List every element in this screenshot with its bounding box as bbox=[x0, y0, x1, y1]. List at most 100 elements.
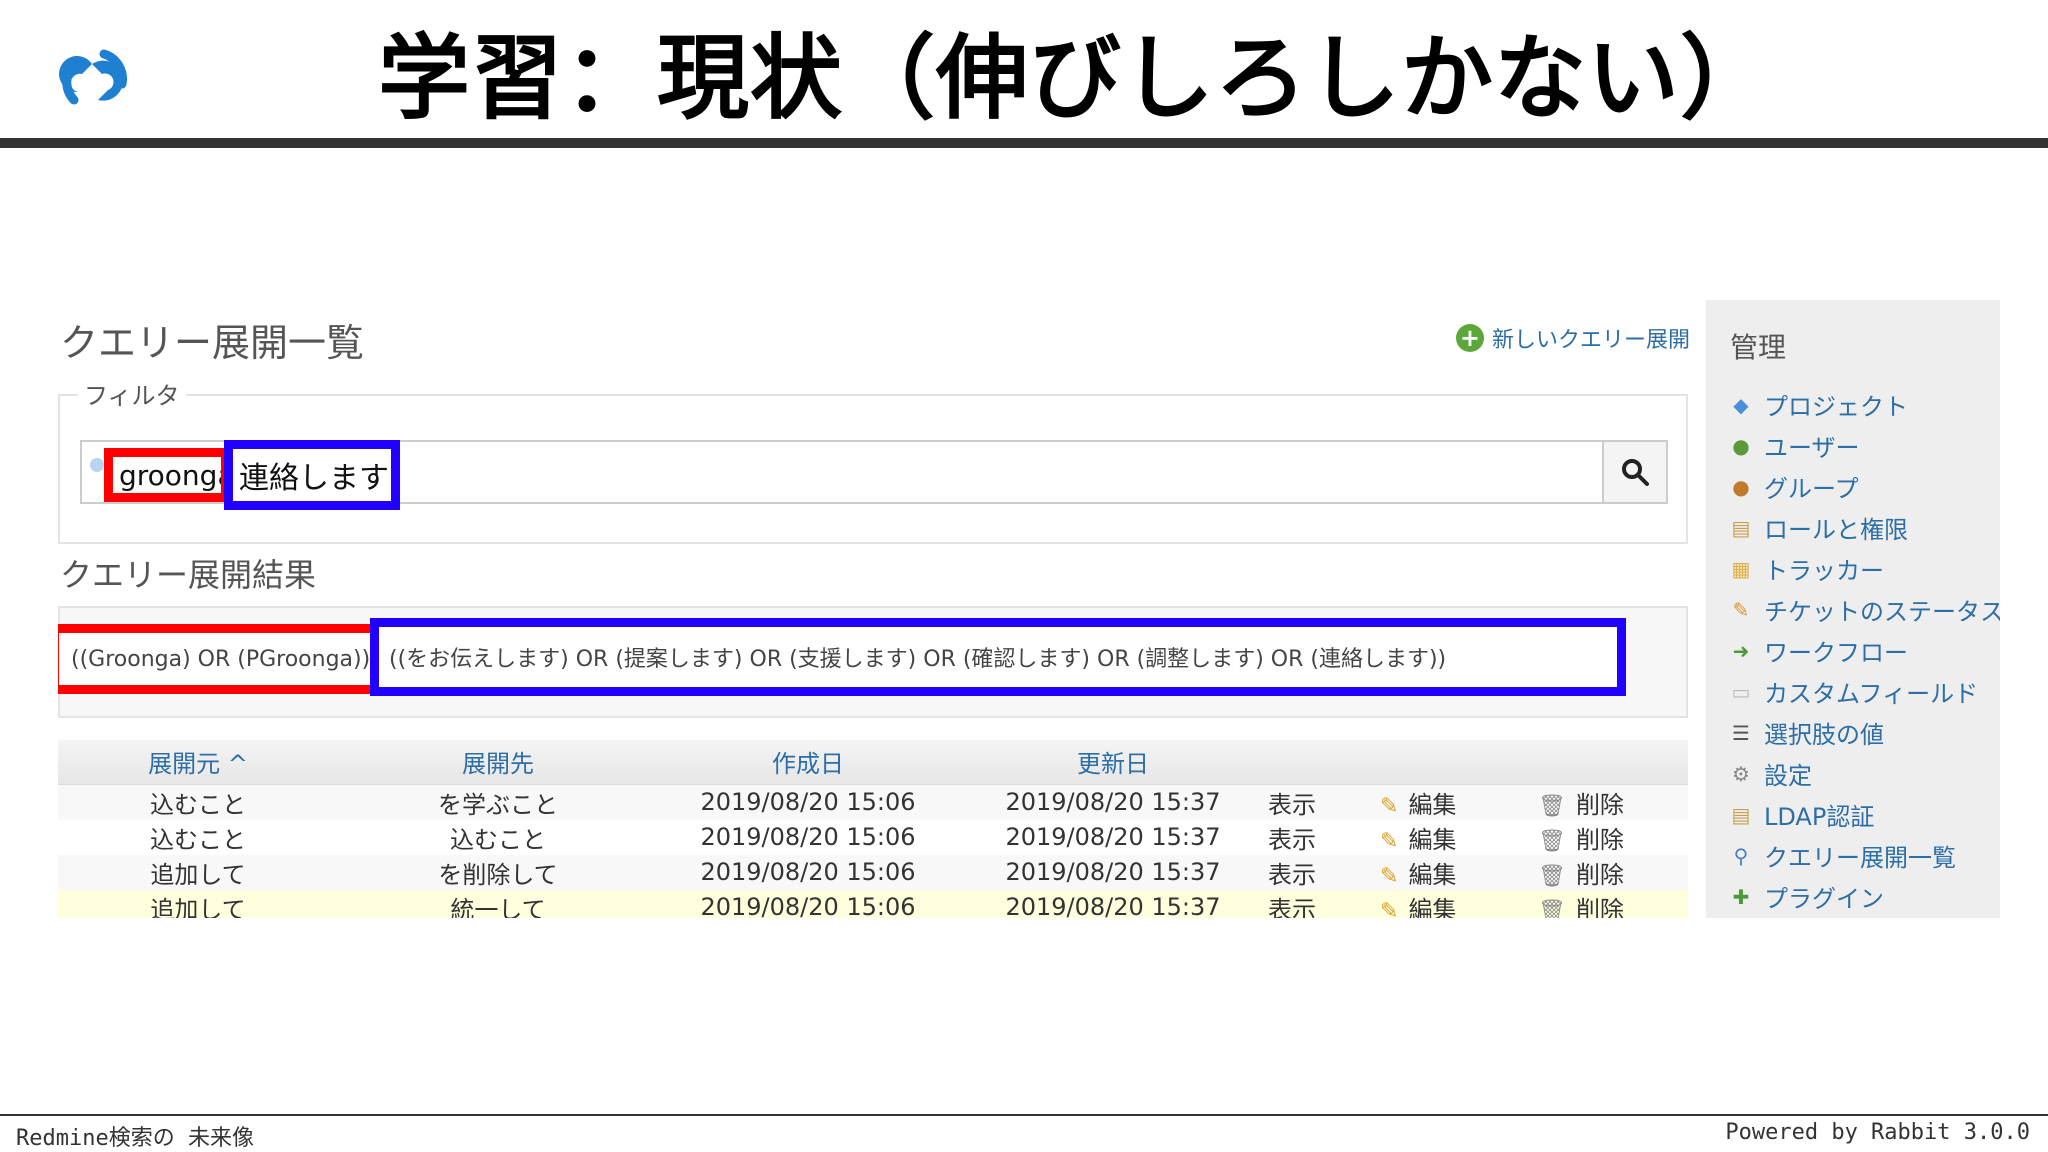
sidebar-item-label: プラグイン bbox=[1764, 885, 1884, 913]
view-link[interactable]: 表示 bbox=[1268, 854, 1380, 890]
edit-label: 編集 bbox=[1408, 860, 1457, 889]
footer-divider bbox=[0, 1114, 2048, 1116]
view-link[interactable]: 表示 bbox=[1268, 819, 1380, 855]
list-icon: ☰ bbox=[1732, 720, 1750, 745]
title-divider bbox=[0, 138, 2048, 148]
footer-title: Redmine検索の 未来像 bbox=[16, 1126, 254, 1151]
column-header-blank bbox=[1538, 740, 1688, 785]
pencil-icon: ✎ bbox=[1380, 828, 1399, 854]
sidebar-item-roles[interactable]: ▤ ロールと権限 bbox=[1728, 507, 2000, 548]
column-header-blank bbox=[1268, 740, 1380, 785]
delete-link[interactable]: 🗑 削除 bbox=[1538, 889, 1688, 919]
sidebar-item-users[interactable]: ● ユーザー bbox=[1728, 425, 2000, 466]
input-indicator-icon bbox=[90, 458, 104, 472]
main-content: クエリー展開一覧 + 新しいクエリー展開 フィルタ groonga 連絡します … bbox=[58, 300, 1690, 918]
cell-updated: 2019/08/20 15:37 bbox=[958, 889, 1268, 918]
table-row: 追加して 統一して 2019/08/20 15:06 2019/08/20 15… bbox=[58, 889, 1688, 919]
sidebar-item-groups[interactable]: ● グループ bbox=[1728, 466, 2000, 507]
edit-link[interactable]: ✎ 編集 bbox=[1380, 854, 1538, 890]
new-query-expansion-link[interactable]: + 新しいクエリー展開 bbox=[1455, 322, 1690, 354]
sidebar-item-settings[interactable]: ⚙ 設定 bbox=[1728, 753, 2000, 794]
sidebar-title: 管理 bbox=[1730, 331, 1787, 364]
cell-updated: 2019/08/20 15:37 bbox=[958, 819, 1268, 855]
column-header-target[interactable]: 展開先 bbox=[338, 740, 658, 785]
edit-label: 編集 bbox=[1408, 895, 1457, 919]
edit-link[interactable]: ✎ 編集 bbox=[1380, 889, 1538, 919]
delete-label: 削除 bbox=[1575, 895, 1624, 919]
group-icon: ● bbox=[1732, 474, 1750, 499]
admin-menu: ◆ プロジェクト ● ユーザー ● グループ ▤ ロールと権限 ▦ トラッカー ✎ チケット… bbox=[1728, 384, 2000, 917]
slide-title: 学習：現状（伸びしろしかない） bbox=[378, 25, 1774, 132]
cell-created: 2019/08/20 15:06 bbox=[658, 854, 958, 890]
cell-created: 2019/08/20 15:06 bbox=[658, 819, 958, 855]
view-label: 表示 bbox=[1268, 895, 1316, 919]
ldap-icon: ▤ bbox=[1731, 802, 1751, 827]
search-term-groonga: groonga bbox=[104, 448, 230, 502]
admin-sidebar: 管理 ◆ プロジェクト ● ユーザー ● グループ ▤ ロールと権限 ▦ トラッカー ✎ チ… bbox=[1706, 300, 2000, 918]
cell-target: 込むこと bbox=[338, 819, 658, 855]
custom-field-icon: ▭ bbox=[1731, 679, 1751, 704]
cell-target: 統一して bbox=[338, 889, 658, 918]
sidebar-item-query-expansion[interactable]: ⚲ クエリー展開一覧 bbox=[1728, 835, 2000, 876]
sidebar-item-plugins[interactable]: ✚ プラグイン bbox=[1728, 876, 2000, 917]
cell-updated: 2019/08/20 15:37 bbox=[958, 784, 1268, 820]
delete-link[interactable]: 🗑 削除 bbox=[1538, 819, 1688, 855]
delete-link[interactable]: 🗑 削除 bbox=[1538, 784, 1688, 820]
sidebar-item-label: グループ bbox=[1764, 475, 1859, 503]
search-icon bbox=[1622, 459, 1649, 486]
redmine-screenshot: クエリー展開一覧 + 新しいクエリー展開 フィルタ groonga 連絡します … bbox=[58, 300, 2000, 918]
sidebar-item-ldap[interactable]: ▤ LDAP認証 bbox=[1728, 794, 2000, 835]
view-label: 表示 bbox=[1268, 790, 1316, 819]
sidebar-item-label: ロールと権限 bbox=[1764, 516, 1908, 544]
table-row: 込むこと 込むこと 2019/08/20 15:06 2019/08/20 15… bbox=[58, 819, 1688, 855]
footer-credit: Powered by Rabbit 3.0.0 bbox=[1725, 1120, 2030, 1145]
edit-link[interactable]: ✎ 編集 bbox=[1380, 784, 1538, 820]
sidebar-item-label: カスタムフィールド bbox=[1764, 680, 1979, 708]
plugin-icon: ✚ bbox=[1732, 884, 1750, 909]
search-button[interactable] bbox=[1602, 440, 1668, 504]
view-link[interactable]: 表示 bbox=[1268, 889, 1380, 919]
sidebar-item-projects[interactable]: ◆ プロジェクト bbox=[1728, 384, 2000, 425]
trash-icon: 🗑 bbox=[1538, 863, 1566, 889]
trash-icon: 🗑 bbox=[1538, 793, 1566, 819]
sidebar-item-enumerations[interactable]: ☰ 選択肢の値 bbox=[1728, 712, 2000, 753]
trash-icon: 🗑 bbox=[1538, 828, 1566, 854]
cell-created: 2019/08/20 15:06 bbox=[658, 784, 958, 820]
cell-updated: 2019/08/20 15:37 bbox=[958, 854, 1268, 890]
user-icon: ● bbox=[1732, 433, 1750, 458]
view-link[interactable]: 表示 bbox=[1268, 784, 1380, 820]
sidebar-item-label: 選択肢の値 bbox=[1764, 721, 1884, 749]
sidebar-item-custom-fields[interactable]: ▭ カスタムフィールド bbox=[1728, 671, 2000, 712]
cell-source: 込むこと bbox=[58, 819, 338, 855]
sidebar-item-label: ワークフロー bbox=[1764, 639, 1908, 667]
sidebar-item-ticket-status[interactable]: ✎ チケットのステータス bbox=[1728, 589, 2000, 630]
sidebar-item-label: トラッカー bbox=[1764, 557, 1884, 585]
filter-legend: フィルタ bbox=[78, 376, 186, 411]
column-header-created[interactable]: 作成日 bbox=[658, 740, 958, 785]
roles-icon: ▤ bbox=[1731, 515, 1751, 540]
pencil-icon: ✎ bbox=[1380, 863, 1399, 889]
result-heading: クエリー展開結果 bbox=[60, 556, 317, 594]
tracker-icon: ▦ bbox=[1731, 556, 1751, 581]
table-row: 追加して を削除して 2019/08/20 15:06 2019/08/20 1… bbox=[58, 854, 1688, 890]
delete-link[interactable]: 🗑 削除 bbox=[1538, 854, 1688, 890]
cell-source: 込むこと bbox=[58, 784, 338, 820]
sidebar-item-trackers[interactable]: ▦ トラッカー bbox=[1728, 548, 2000, 589]
pencil-icon: ✎ bbox=[1380, 793, 1399, 819]
column-header-source[interactable]: 展開元 ^ bbox=[58, 740, 338, 785]
delete-label: 削除 bbox=[1575, 860, 1624, 889]
sidebar-item-workflow[interactable]: ➜ ワークフロー bbox=[1728, 630, 2000, 671]
table-row: 込むこと を学ぶこと 2019/08/20 15:06 2019/08/20 1… bbox=[58, 784, 1688, 820]
edit-link[interactable]: ✎ 編集 bbox=[1380, 819, 1538, 855]
redmine-logo-icon bbox=[59, 49, 127, 105]
workflow-icon: ➜ bbox=[1732, 638, 1750, 663]
gear-icon: ⚙ bbox=[1732, 761, 1750, 786]
trash-icon: 🗑 bbox=[1538, 898, 1566, 919]
sidebar-item-label: 設定 bbox=[1764, 762, 1812, 790]
projects-icon: ◆ bbox=[1733, 392, 1749, 417]
column-header-updated[interactable]: 更新日 bbox=[958, 740, 1268, 785]
table-header-row: 展開元 ^ 展開先 作成日 更新日 bbox=[58, 740, 1688, 785]
cell-target: を学ぶこと bbox=[338, 784, 658, 820]
add-icon: + bbox=[1455, 324, 1484, 352]
cell-source: 追加して bbox=[58, 854, 338, 890]
